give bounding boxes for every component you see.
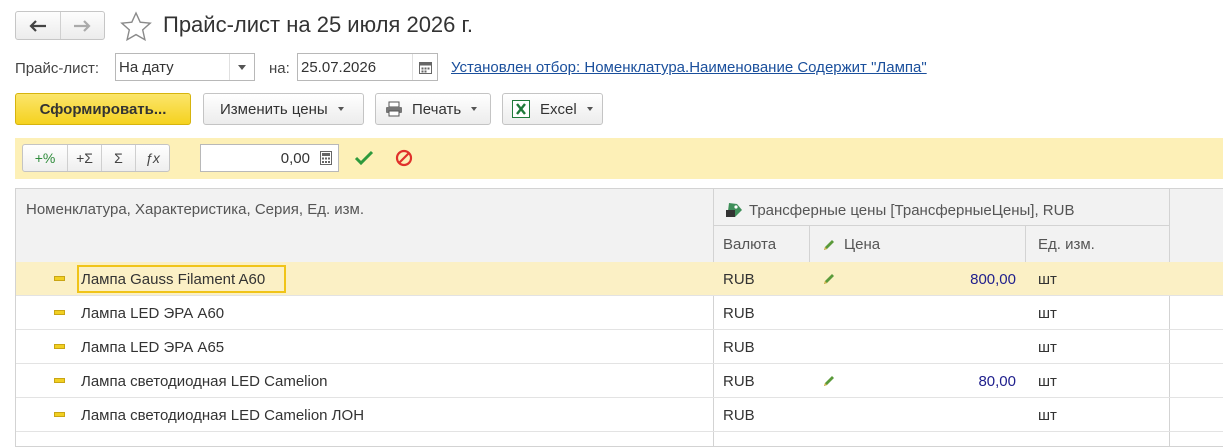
pricelist-mode-value: На дату [119, 58, 174, 76]
currency-cell[interactable]: RUB [723, 296, 755, 330]
calc-buttons-group: +% +Σ Σ ƒx [22, 144, 170, 172]
number-input[interactable]: 0,00 [200, 144, 339, 172]
currency-cell[interactable]: RUB [723, 262, 755, 296]
pencil-icon [822, 364, 836, 398]
unit-cell[interactable]: шт [1038, 398, 1057, 432]
unit-cell[interactable]: шт [1038, 296, 1057, 330]
item-name[interactable]: Лампа светодиодная LED Camelion ЛОН [81, 398, 364, 432]
column-header-unit[interactable]: Ед. изм. [1038, 236, 1095, 253]
forward-button[interactable] [59, 12, 105, 39]
pricelist-mode-select[interactable]: На дату [115, 53, 255, 81]
print-label: Печать [412, 100, 462, 118]
column-group-header[interactable]: Трансферные цены [ТрансферныеЦены], RUB [725, 201, 1074, 219]
excel-label: Excel [540, 100, 577, 118]
excel-button[interactable]: Excel [502, 93, 603, 125]
calendar-button[interactable] [412, 54, 437, 80]
edit-toolbar [15, 138, 1223, 179]
item-name[interactable]: Лампа LED ЭРА A65 [81, 330, 224, 364]
apply-check-icon[interactable] [354, 149, 374, 171]
calculator-button[interactable] [314, 145, 338, 171]
price-table: Номенклатура, Характеристика, Серия, Ед.… [15, 188, 1223, 447]
date-label: на: [269, 60, 290, 77]
item-marker-icon [54, 412, 65, 417]
navigation-buttons [15, 11, 105, 40]
sum-button[interactable]: Σ [101, 145, 135, 171]
item-name[interactable]: Лампа Gauss Filament A60 [81, 262, 265, 296]
page-title: Прайс-лист на 25 июля 2026 г. [163, 12, 473, 37]
table-row[interactable]: Лампа LED ЭРА A60 RUB шт [16, 296, 1223, 330]
price-type-icon [726, 203, 742, 217]
item-marker-icon [54, 344, 65, 349]
column-divider [809, 225, 810, 262]
back-button[interactable] [16, 12, 60, 39]
column-header-item[interactable]: Номенклатура, Характеристика, Серия, Ед.… [26, 201, 364, 218]
unit-cell[interactable]: шт [1038, 364, 1057, 398]
change-prices-label: Изменить цены [220, 100, 328, 118]
column-divider [1025, 225, 1026, 262]
currency-cell[interactable]: RUB [723, 364, 755, 398]
excel-icon [512, 100, 530, 118]
table-row[interactable]: Лампа светодиодная LED Camelion RUB 80,0… [16, 364, 1223, 398]
add-sum-button[interactable]: +Σ [67, 145, 101, 171]
chevron-down-icon [471, 107, 478, 111]
date-field[interactable]: 25.07.2026 [297, 53, 438, 81]
printer-icon [386, 101, 402, 117]
currency-cell[interactable]: RUB [723, 330, 755, 364]
chevron-down-icon [238, 64, 246, 70]
table-row[interactable]: Лампа Gauss Filament A60 RUB 800,00 шт [16, 262, 1223, 296]
price-cell[interactable]: 80,00 [978, 364, 1016, 398]
formula-button[interactable]: ƒx [135, 145, 169, 171]
table-row[interactable]: Лампа LED ЭРА A65 RUB шт [16, 330, 1223, 364]
item-marker-icon [54, 378, 65, 383]
calculator-icon [320, 151, 332, 165]
favorite-star-icon[interactable] [120, 11, 152, 45]
unit-cell[interactable]: шт [1038, 262, 1057, 296]
column-group-label: Трансферные цены [ТрансферныеЦены], RUB [749, 201, 1075, 219]
change-prices-button[interactable]: Изменить цены [203, 93, 364, 125]
item-name[interactable]: Лампа LED ЭРА A60 [81, 296, 224, 330]
table-header: Номенклатура, Характеристика, Серия, Ед.… [16, 189, 1223, 263]
cancel-icon[interactable] [395, 149, 413, 171]
table-row[interactable]: Лампа светодиодная LED Camelion ЛОН RUB … [16, 398, 1223, 432]
calendar-icon [418, 61, 432, 74]
add-percent-button[interactable]: +% [23, 145, 67, 171]
item-marker-icon [54, 276, 65, 281]
dropdown-button[interactable] [229, 54, 254, 80]
pricelist-label: Прайс-лист: [15, 60, 100, 77]
column-header-price[interactable]: Цена [822, 236, 880, 253]
price-cell[interactable]: 800,00 [970, 262, 1016, 296]
column-header-price-label: Цена [844, 236, 881, 253]
unit-cell[interactable]: шт [1038, 330, 1057, 364]
generate-button-label: Сформировать... [39, 100, 167, 118]
generate-button[interactable]: Сформировать... [15, 93, 191, 125]
pencil-icon [824, 239, 834, 250]
number-value: 0,00 [280, 149, 310, 167]
arrow-left-icon [29, 19, 46, 32]
item-name[interactable]: Лампа светодиодная LED Camelion [81, 364, 328, 398]
filter-link[interactable]: Установлен отбор: Номенклатура.Наименова… [451, 59, 927, 76]
chevron-down-icon [337, 107, 344, 111]
chevron-down-icon [586, 107, 593, 111]
date-value: 25.07.2026 [301, 58, 377, 76]
item-marker-icon [54, 310, 65, 315]
arrow-right-icon [74, 19, 91, 32]
header-divider [713, 225, 1169, 226]
column-header-currency[interactable]: Валюта [723, 236, 776, 253]
print-button[interactable]: Печать [375, 93, 491, 125]
currency-cell[interactable]: RUB [723, 398, 755, 432]
pencil-icon [822, 262, 836, 296]
